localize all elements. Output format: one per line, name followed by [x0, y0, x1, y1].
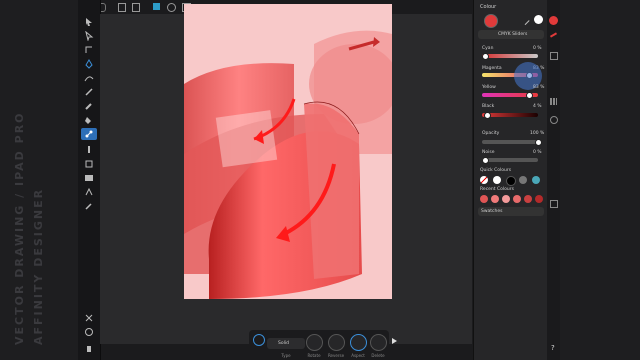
- cyan-slider[interactable]: [482, 52, 538, 60]
- cyan-value: 0 %: [533, 46, 542, 51]
- noise-slider[interactable]: [482, 156, 538, 164]
- recent-colour-swatch[interactable]: [480, 195, 488, 203]
- opacity-label: Opacity: [482, 131, 500, 136]
- reverse-button[interactable]: [328, 334, 345, 351]
- quick-colour-swatch[interactable]: [506, 176, 516, 186]
- caption-line-1: VECTOR DRAWING / IPAD PRO: [13, 111, 26, 345]
- no-colour-swatch[interactable]: [480, 176, 488, 184]
- aspect-button[interactable]: [350, 334, 367, 351]
- designer-persona-icon[interactable]: [153, 3, 160, 10]
- artwork: [184, 30, 392, 299]
- node-tool-icon[interactable]: [81, 30, 97, 42]
- panel-title: Colour: [480, 4, 497, 10]
- transparency-tool-icon[interactable]: [81, 144, 97, 156]
- noise-knob[interactable]: [482, 156, 489, 164]
- rotate-button[interactable]: [306, 334, 323, 351]
- fill-tool-icon[interactable]: [81, 114, 97, 126]
- recent-colour-swatch[interactable]: [502, 195, 510, 203]
- help-icon[interactable]: ?: [551, 344, 555, 352]
- swatches-studio-icon[interactable]: [550, 98, 557, 105]
- yellow-slider[interactable]: [482, 91, 538, 99]
- delete-button[interactable]: [370, 334, 387, 351]
- export-icon[interactable]: [132, 3, 140, 12]
- magenta-label: Magenta: [482, 66, 502, 71]
- opacity-value: 100 %: [530, 131, 545, 136]
- swatches-label: Swatches: [481, 209, 503, 214]
- fill-colour-well[interactable]: [484, 14, 498, 28]
- cyan-knob[interactable]: [482, 52, 489, 60]
- move-tool-icon[interactable]: [81, 16, 97, 28]
- quick-colour-swatch[interactable]: [519, 176, 527, 184]
- crop-tool-icon[interactable]: [81, 158, 97, 170]
- brush-tool-icon[interactable]: [81, 100, 97, 112]
- recent-colour-swatch[interactable]: [491, 195, 499, 203]
- history-icon[interactable]: [81, 326, 97, 338]
- artistic-text-tool-icon[interactable]: [81, 186, 97, 198]
- eyedropper-tool-icon[interactable]: [81, 200, 97, 212]
- yellow-label: Yellow: [482, 85, 496, 90]
- artboard[interactable]: [184, 4, 392, 299]
- recent-colour-swatch[interactable]: [513, 195, 521, 203]
- effects-studio-icon[interactable]: [550, 116, 558, 124]
- noise-label: Noise: [482, 150, 495, 155]
- pencil-tool-icon[interactable]: [81, 86, 97, 98]
- reverse-label: Reverse: [327, 353, 345, 358]
- quick-colour-swatch[interactable]: [532, 176, 540, 184]
- curve-tool-icon[interactable]: [81, 72, 97, 84]
- stroke-colour-well[interactable]: [534, 15, 543, 24]
- black-value: 4 %: [533, 104, 542, 109]
- right-frame: [560, 0, 640, 360]
- swatches-row[interactable]: Swatches: [478, 207, 544, 216]
- gradient-type-icon[interactable]: [253, 334, 265, 346]
- pixel-persona-icon[interactable]: [167, 3, 176, 12]
- play-icon[interactable]: [392, 338, 397, 344]
- opacity-knob[interactable]: [535, 138, 542, 146]
- gradient-tool-icon[interactable]: [81, 128, 97, 140]
- yellow-value: 83 %: [533, 85, 545, 90]
- quick-colours-label: Quick Colours: [480, 168, 512, 173]
- tools-panel: [78, 0, 101, 360]
- type-value: Solid: [278, 341, 289, 346]
- recent-colour-swatch[interactable]: [535, 195, 543, 203]
- quick-colour-swatch[interactable]: [493, 176, 501, 184]
- black-knob[interactable]: [484, 111, 491, 119]
- document-icon[interactable]: [118, 3, 126, 12]
- pen-tool-icon[interactable]: [81, 58, 97, 70]
- transform-studio-icon[interactable]: [550, 200, 558, 208]
- context-toolbar: Solid Type Rotate Reverse Aspect Delete: [249, 330, 389, 360]
- black-slider[interactable]: [482, 111, 538, 119]
- recent-colours-label: Recent Colours: [480, 187, 514, 192]
- cyan-label: Cyan: [482, 46, 494, 51]
- caption-line-2: AFFINITY DESIGNER: [32, 187, 45, 345]
- opacity-slider[interactable]: [482, 138, 542, 146]
- yellow-knob[interactable]: [526, 91, 533, 99]
- noise-value: 0 %: [533, 150, 542, 155]
- delete-label: Delete: [371, 353, 385, 358]
- colour-panel: Colour CMYK Sliders Cyan 0 % Magenta 83 …: [473, 0, 548, 360]
- mode-selector[interactable]: CMYK Sliders: [478, 30, 544, 39]
- trash-icon[interactable]: [81, 342, 97, 354]
- aspect-label: Aspect: [351, 353, 365, 358]
- colour-studio-icon[interactable]: [549, 16, 558, 25]
- side-caption: VECTOR DRAWING / IPAD PRO AFFINITY DESIG…: [8, 95, 48, 345]
- stroke-studio-icon[interactable]: [549, 32, 558, 38]
- recent-colour-swatch[interactable]: [524, 195, 532, 203]
- type-dropdown[interactable]: Solid: [267, 338, 305, 349]
- layers-studio-icon[interactable]: [550, 52, 558, 60]
- studio-strip: ?: [547, 0, 560, 360]
- type-label: Type: [281, 353, 291, 358]
- rotate-label: Rotate: [307, 353, 321, 358]
- corner-tool-icon[interactable]: [81, 44, 97, 56]
- mode-label: CMYK Sliders: [498, 32, 528, 37]
- close-icon[interactable]: [81, 312, 97, 324]
- eyedropper-icon[interactable]: [520, 15, 530, 26]
- black-label: Black: [482, 104, 495, 109]
- rectangle-tool-icon[interactable]: [81, 172, 97, 184]
